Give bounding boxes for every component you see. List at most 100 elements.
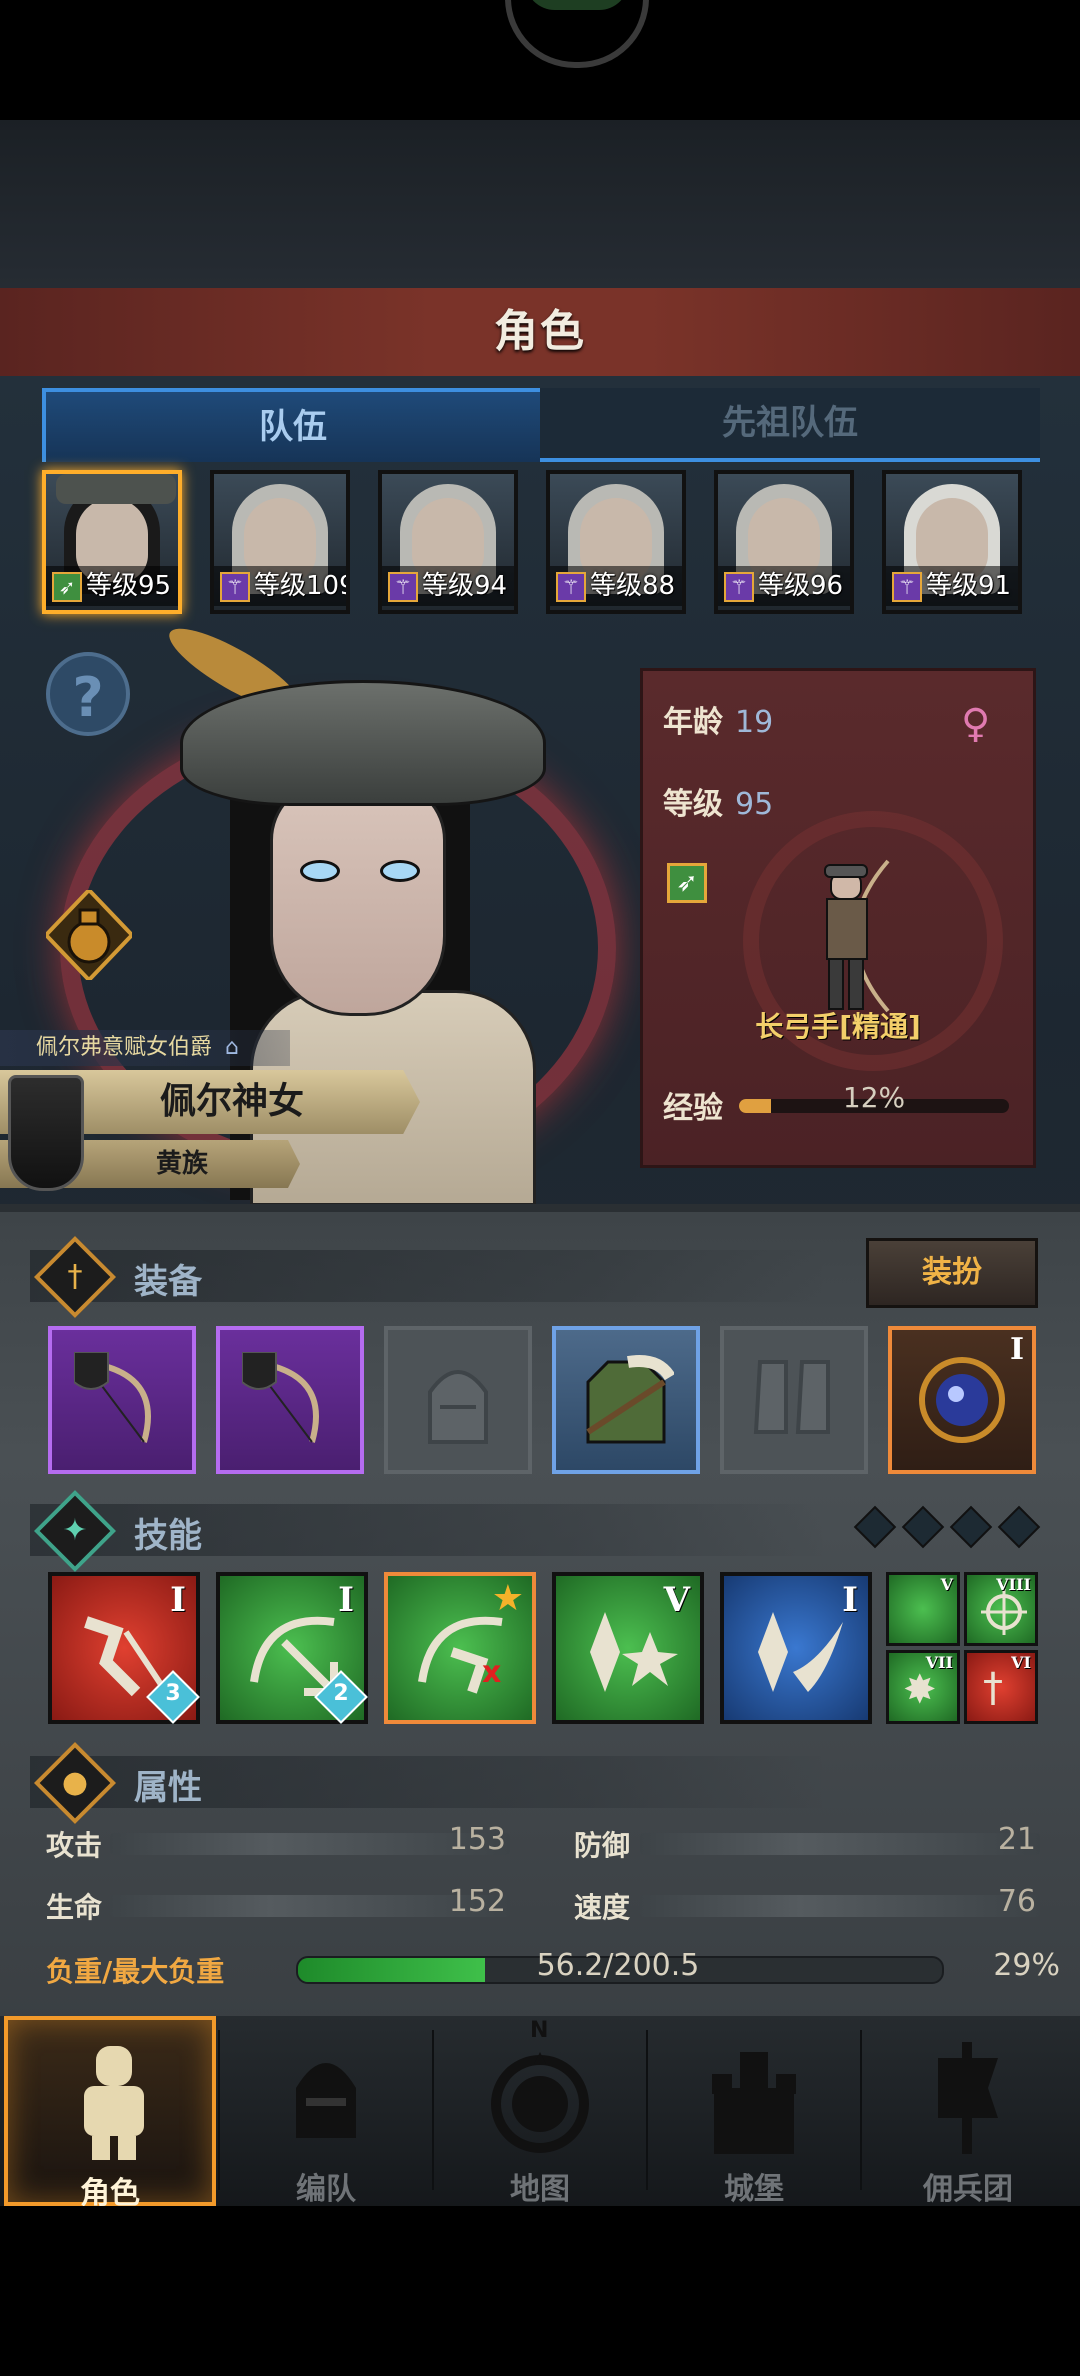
stat-value-speed: 76: [997, 1884, 1036, 1919]
attributes-title: 属性: [134, 1768, 202, 1808]
roster-level: 等级96: [758, 571, 844, 601]
roster-level: 等级109: [254, 571, 350, 601]
hero-face-large: [270, 780, 446, 1016]
equipment-slot-weapon[interactable]: [48, 1326, 196, 1474]
passive-skill-slot[interactable]: VIII: [964, 1572, 1038, 1646]
load-percent: 29%: [993, 1948, 1060, 1983]
roster-portrait[interactable]: ➶ 等级95: [42, 470, 182, 614]
help-icon[interactable]: ?: [46, 652, 130, 736]
hero-name: 佩尔神女: [160, 1081, 305, 1122]
page-title: 角色: [494, 306, 586, 357]
nav-character[interactable]: 角色: [4, 2016, 216, 2211]
dress-up-button[interactable]: 装扮: [866, 1238, 1038, 1308]
equipment-slot-helmet[interactable]: [384, 1326, 532, 1474]
armor-icon: [586, 1355, 674, 1444]
astrolabe-icon: [919, 1357, 1005, 1443]
info-card: 年龄 19 ♀ 等级 95 ➶ 长弓手[精通] 经验 12%: [640, 668, 1036, 1168]
system-gesture-area: [0, 2206, 1080, 2376]
longbow-icon: [74, 1352, 151, 1443]
hero-hat: [180, 680, 546, 806]
nav-map[interactable]: N 地图: [434, 2016, 646, 2207]
header-background: [0, 120, 1080, 288]
title-bar: 角色: [0, 288, 1080, 379]
mage-class-icon: ⚚: [892, 572, 922, 602]
star-icon: ★: [491, 1578, 524, 1619]
rank-numeral: V: [663, 1580, 690, 1620]
sword-icon: †: [983, 1665, 1003, 1711]
skill-slot[interactable]: I: [720, 1572, 872, 1724]
roster-level: 等级94: [422, 571, 508, 601]
rank-numeral: I: [338, 1580, 354, 1620]
skill-slot[interactable]: I 2: [216, 1572, 368, 1724]
svg-text:x: x: [482, 1655, 501, 1690]
roster-portrait[interactable]: ⚚ 等级94: [378, 470, 518, 614]
skills-title: 技能: [134, 1516, 202, 1556]
house-icon: ⌂: [225, 1035, 239, 1060]
rank-numeral: I: [1009, 1332, 1024, 1367]
roster-portrait[interactable]: ⚚ 等级96: [714, 470, 854, 614]
archer-class-icon: ➶: [52, 572, 82, 602]
roster-level: 等级91: [926, 571, 1012, 601]
passive-skill-slot[interactable]: ✸ VII: [886, 1650, 960, 1724]
female-icon: ♀: [961, 701, 991, 747]
compass-map-icon: [491, 2052, 589, 2153]
equipment-slot-accessory[interactable]: I: [888, 1326, 1036, 1474]
crystal-dash-icon: [758, 1612, 843, 1692]
stat-label-health: 生命: [46, 1891, 103, 1924]
hat: [56, 474, 176, 504]
mercenary-banner-icon: [938, 2042, 998, 2154]
nav-castle[interactable]: 城堡: [648, 2016, 860, 2207]
equipment-slot-offhand[interactable]: [216, 1326, 364, 1474]
stat-label-speed: 速度: [574, 1891, 631, 1924]
mage-class-icon: ⚚: [388, 572, 418, 602]
knight-icon: [84, 2046, 144, 2160]
exp-percent: 12%: [842, 1081, 906, 1114]
archer-class-icon: ➶: [667, 863, 707, 903]
crosshair-icon: [981, 1589, 1027, 1635]
roster-level: 等级88: [590, 571, 676, 601]
stat-value-health: 152: [448, 1884, 506, 1919]
class-name: 长弓手[精通]: [755, 1010, 921, 1043]
passive-skill-slot[interactable]: † VI: [964, 1650, 1038, 1724]
mage-class-icon: ⚚: [724, 572, 754, 602]
nav-formation[interactable]: 编队: [220, 2016, 432, 2207]
rank-numeral: I: [170, 1580, 186, 1620]
equipment-slot-boots[interactable]: [720, 1326, 868, 1474]
tab-team[interactable]: 队伍: [42, 388, 544, 462]
roster-portrait[interactable]: ⚚ 等级88: [546, 470, 686, 614]
roster-portrait[interactable]: ⚚ 等级109: [210, 470, 350, 614]
exp-label: 经验: [663, 1091, 723, 1126]
mage-class-icon: ⚚: [556, 572, 586, 602]
hero-eye: [300, 860, 340, 882]
nav-mercenaries[interactable]: 佣兵团: [862, 2016, 1074, 2207]
mage-class-icon: ⚚: [220, 572, 250, 602]
skill-slot[interactable]: x ★: [384, 1572, 536, 1724]
clan-shield-icon[interactable]: [8, 1075, 84, 1191]
noble-title: 佩尔弗意赋女伯爵 ⌂: [0, 1030, 290, 1066]
archer-figure: [824, 859, 890, 1013]
stat-label-attack: 攻击: [46, 1829, 103, 1862]
load-value: 56.2/200.5: [536, 1948, 700, 1983]
equipment-title: 装备: [134, 1262, 202, 1302]
level-value: 95: [735, 787, 774, 822]
level-row: 等级 95: [663, 787, 774, 822]
skill-slot[interactable]: V: [552, 1572, 704, 1724]
roster-portrait[interactable]: ⚚ 等级91: [882, 470, 1022, 614]
skill-slot[interactable]: I 3: [48, 1572, 200, 1724]
helmet-icon: [428, 1370, 488, 1444]
passive-skill-slot[interactable]: V: [886, 1572, 960, 1646]
boots-icon: [753, 1360, 830, 1434]
compass-north: N: [530, 2018, 549, 2043]
helmet-shield-icon: [296, 2063, 356, 2138]
stat-value-attack: 153: [448, 1822, 506, 1857]
age-row: 年龄 19: [663, 705, 774, 740]
equipment-slot-armor[interactable]: [552, 1326, 700, 1474]
potion-icon[interactable]: [46, 890, 132, 980]
clan-name: 黄族: [156, 1149, 209, 1179]
stat-label-defense: 防御: [574, 1829, 631, 1862]
longbow-icon: [242, 1352, 319, 1443]
castle-icon: [712, 2052, 796, 2154]
rank-numeral: I: [842, 1580, 858, 1620]
tab-ancestor-team[interactable]: 先祖队伍: [540, 388, 1040, 462]
roster-level: 等级95: [86, 571, 172, 601]
